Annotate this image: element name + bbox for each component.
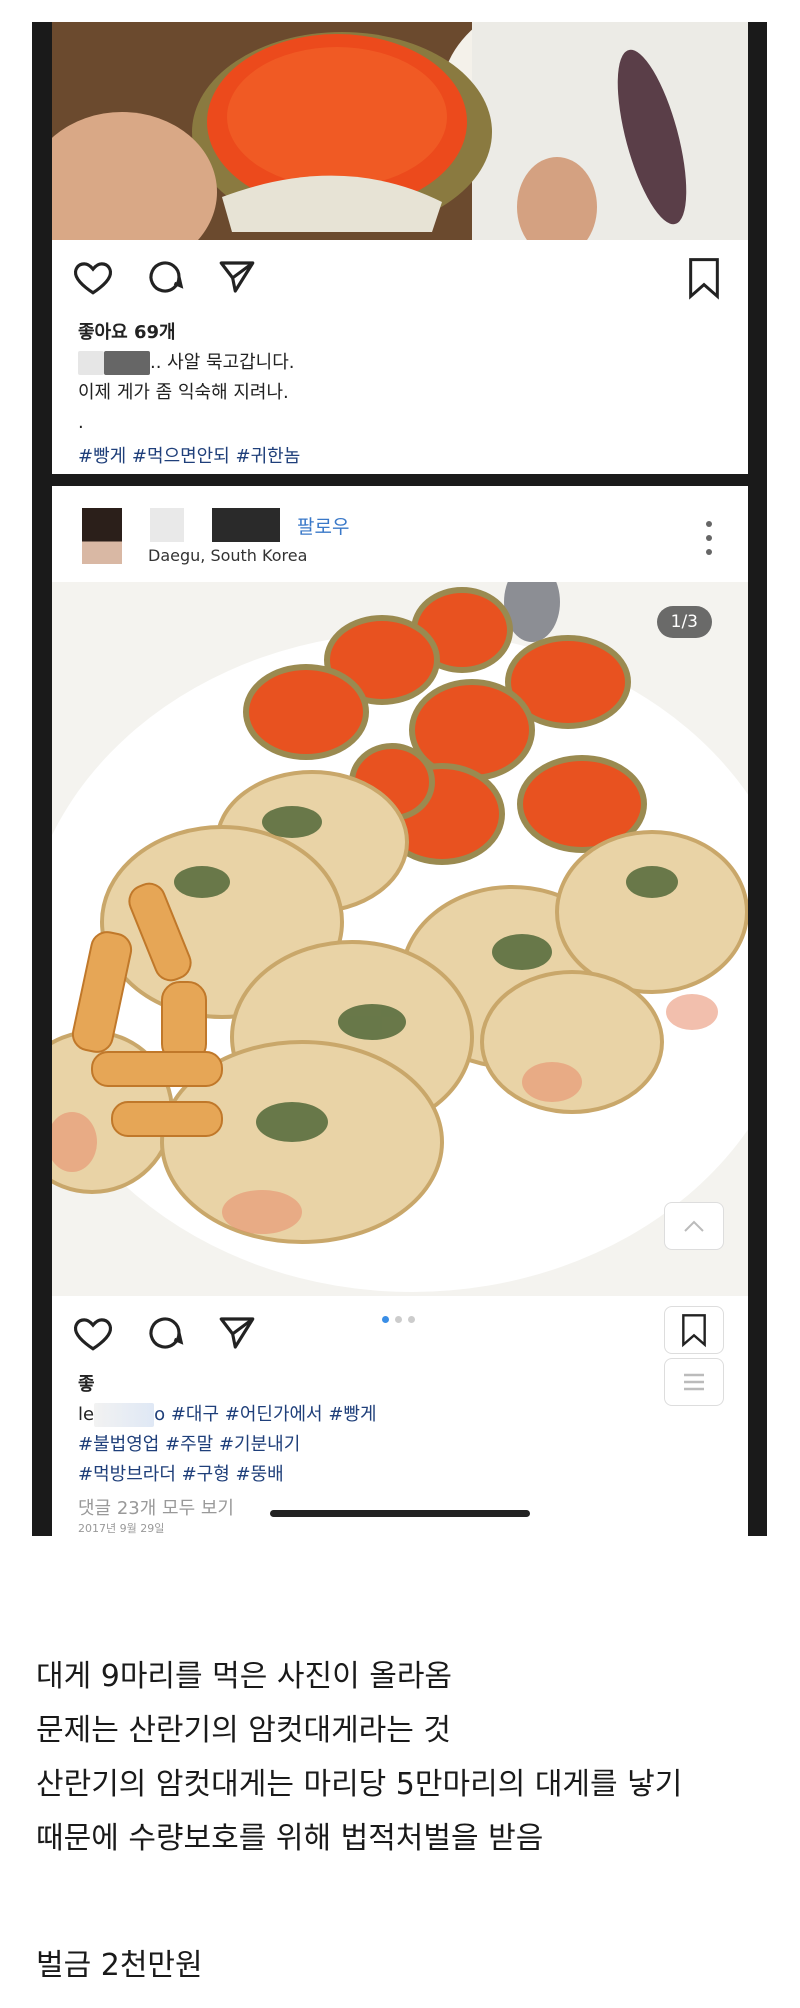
post-photo-1[interactable] bbox=[52, 22, 748, 240]
username-redaction-dark bbox=[212, 508, 280, 542]
image-counter: 1/3 bbox=[656, 606, 712, 638]
share-icon[interactable] bbox=[216, 256, 258, 298]
scroll-top-button[interactable] bbox=[664, 1202, 724, 1250]
crab-roe-photo bbox=[52, 22, 748, 240]
likes-count[interactable]: 좋 bbox=[78, 1370, 95, 1400]
carousel-indicator[interactable] bbox=[382, 1316, 415, 1323]
follow-button[interactable]: 팔로우 bbox=[297, 512, 349, 539]
post-2-caption-line-1: le o #대구 #어딘가에서 #빵게 bbox=[78, 1400, 377, 1430]
bookmark-icon bbox=[689, 258, 719, 300]
post-1-caption-line-2: 이제 게가 좀 익숙해 지려나. bbox=[78, 382, 289, 403]
post-2-hashtags-line-3[interactable]: #먹방브라더 #구형 #뚱배 bbox=[78, 1460, 284, 1490]
comment-icon[interactable] bbox=[144, 256, 186, 298]
article-line-3: 산란기의 암컷대게는 마리당 5만마리의 대게를 낳기 bbox=[36, 1767, 683, 1802]
location-label[interactable]: Daegu, South Korea bbox=[148, 546, 307, 565]
article-line-2: 문제는 산란기의 암컷대게라는 것 bbox=[36, 1713, 452, 1748]
post-1: 좋아요 69개 .. 사알 묵고갑니다. 이제 게가 좀 익숙해 지려나. . … bbox=[52, 22, 748, 474]
article-line-4: 때문에 수량보호를 위해 법적처벌을 받음 bbox=[36, 1821, 544, 1856]
post-2: 팔로우 Daegu, South Korea 1/3 좋 le o #대구 #어… bbox=[52, 486, 748, 1536]
carousel-dot bbox=[408, 1316, 415, 1323]
post-1-hashtags[interactable]: #빵게 #먹으면안되 #귀한놈 bbox=[78, 442, 300, 472]
heart-icon[interactable] bbox=[72, 256, 114, 298]
post-2-hashtags-line-2[interactable]: #불법영업 #주말 #기분내기 bbox=[78, 1430, 300, 1460]
username-redaction bbox=[150, 508, 184, 542]
heart-icon[interactable] bbox=[72, 1312, 114, 1354]
bookmark-button[interactable] bbox=[684, 256, 724, 304]
home-indicator[interactable] bbox=[270, 1510, 530, 1517]
username-redaction bbox=[78, 351, 104, 375]
post-date: 2017년 9월 29일 bbox=[78, 1522, 165, 1535]
post-2-actions bbox=[72, 1312, 258, 1354]
likes-count[interactable]: 좋아요 69개 bbox=[78, 318, 176, 348]
post-1-caption-line-3: . bbox=[78, 412, 84, 433]
crabs-platter-photo bbox=[52, 582, 748, 1296]
avatar[interactable] bbox=[82, 508, 122, 564]
list-button[interactable] bbox=[664, 1358, 724, 1406]
more-icon[interactable] bbox=[706, 520, 712, 556]
carousel-dot-active bbox=[382, 1316, 389, 1323]
view-all-comments[interactable]: 댓글 23개 모두 보기 bbox=[78, 1494, 234, 1524]
list-icon bbox=[684, 1373, 704, 1391]
username-redaction bbox=[94, 1403, 155, 1427]
caption-text: .. 사알 묵고갑니다. bbox=[150, 352, 295, 373]
fine-amount: 벌금 2천만원 bbox=[36, 1948, 203, 1983]
caption-hashtags[interactable]: o #대구 #어딘가에서 #빵게 bbox=[154, 1404, 376, 1425]
chevron-up-icon bbox=[684, 1220, 704, 1232]
share-icon[interactable] bbox=[216, 1312, 258, 1354]
bookmark-button[interactable] bbox=[664, 1306, 724, 1354]
post-1-caption-line-1: .. 사알 묵고갑니다. bbox=[78, 348, 295, 378]
username-partial[interactable]: le bbox=[78, 1404, 94, 1425]
comment-icon[interactable] bbox=[144, 1312, 186, 1354]
article-line-1: 대게 9마리를 먹은 사진이 올라옴 bbox=[36, 1659, 453, 1694]
username-redaction-dark bbox=[104, 351, 150, 375]
carousel-dot bbox=[395, 1316, 402, 1323]
article-body: 대게 9마리를 먹은 사진이 올라옴 문제는 산란기의 암컷대게라는 것 산란기… bbox=[36, 1650, 682, 1866]
post-photo-2[interactable]: 1/3 bbox=[52, 582, 748, 1296]
post-1-actions bbox=[72, 256, 258, 298]
bookmark-icon bbox=[682, 1314, 706, 1348]
